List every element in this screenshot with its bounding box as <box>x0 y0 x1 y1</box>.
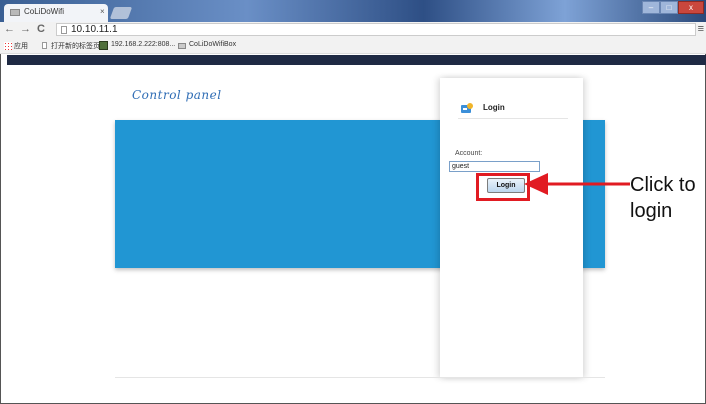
bookmark-ip[interactable]: 192.168.2.222:808... <box>111 41 175 48</box>
tab-title: CoLiDoWifi <box>24 7 65 16</box>
red-arrow-icon <box>524 173 630 195</box>
callout-text: Click to login <box>630 174 696 222</box>
apps-grid-icon <box>4 42 12 50</box>
page-icon <box>61 26 67 34</box>
tab-close-icon[interactable]: × <box>100 7 105 16</box>
box-favicon-icon <box>178 43 186 49</box>
account-label: Account: <box>455 150 483 157</box>
new-tab-button[interactable] <box>109 7 133 19</box>
page-title: Control panel <box>132 88 222 102</box>
window-controls: – □ x <box>642 1 704 15</box>
bookmark-colidowifibox[interactable]: CoLiDoWifiBox <box>189 41 236 48</box>
bookmarks-bar: 应用 打开新的标签页 192.168.2.222:808... CoLiDoWi… <box>0 38 706 54</box>
page-icon <box>42 42 47 49</box>
divider <box>115 377 605 378</box>
close-window-button[interactable]: x <box>678 1 704 14</box>
page-top-bar <box>7 55 706 65</box>
box-favicon-icon <box>10 9 20 16</box>
url-text: 10.10.11.1 <box>71 24 118 35</box>
forward-arrow-icon[interactable]: → <box>20 23 31 35</box>
address-bar[interactable]: 10.10.11.1 <box>56 23 696 36</box>
bookmark-new-tab[interactable]: 打开新的标签页 <box>51 41 100 51</box>
reload-icon[interactable]: C <box>37 23 45 35</box>
bookmark-apps[interactable]: 应用 <box>14 41 28 51</box>
back-arrow-icon[interactable]: ← <box>4 23 15 35</box>
menu-icon[interactable]: ≡ <box>698 23 704 35</box>
site-image-icon <box>99 41 108 50</box>
browser-tab[interactable]: CoLiDoWifi × <box>4 4 108 22</box>
tab-strip: CoLiDoWifi × – □ x <box>0 0 706 22</box>
maximize-button[interactable]: □ <box>660 1 678 14</box>
user-key-icon <box>461 103 473 113</box>
login-header: Login <box>458 100 568 119</box>
browser-toolbar: ← → C 10.10.11.1 ≡ <box>0 22 706 38</box>
login-panel: Login Account: Login <box>440 78 583 378</box>
blue-banner <box>115 120 445 268</box>
login-title: Login <box>483 103 505 112</box>
minimize-button[interactable]: – <box>642 1 660 14</box>
